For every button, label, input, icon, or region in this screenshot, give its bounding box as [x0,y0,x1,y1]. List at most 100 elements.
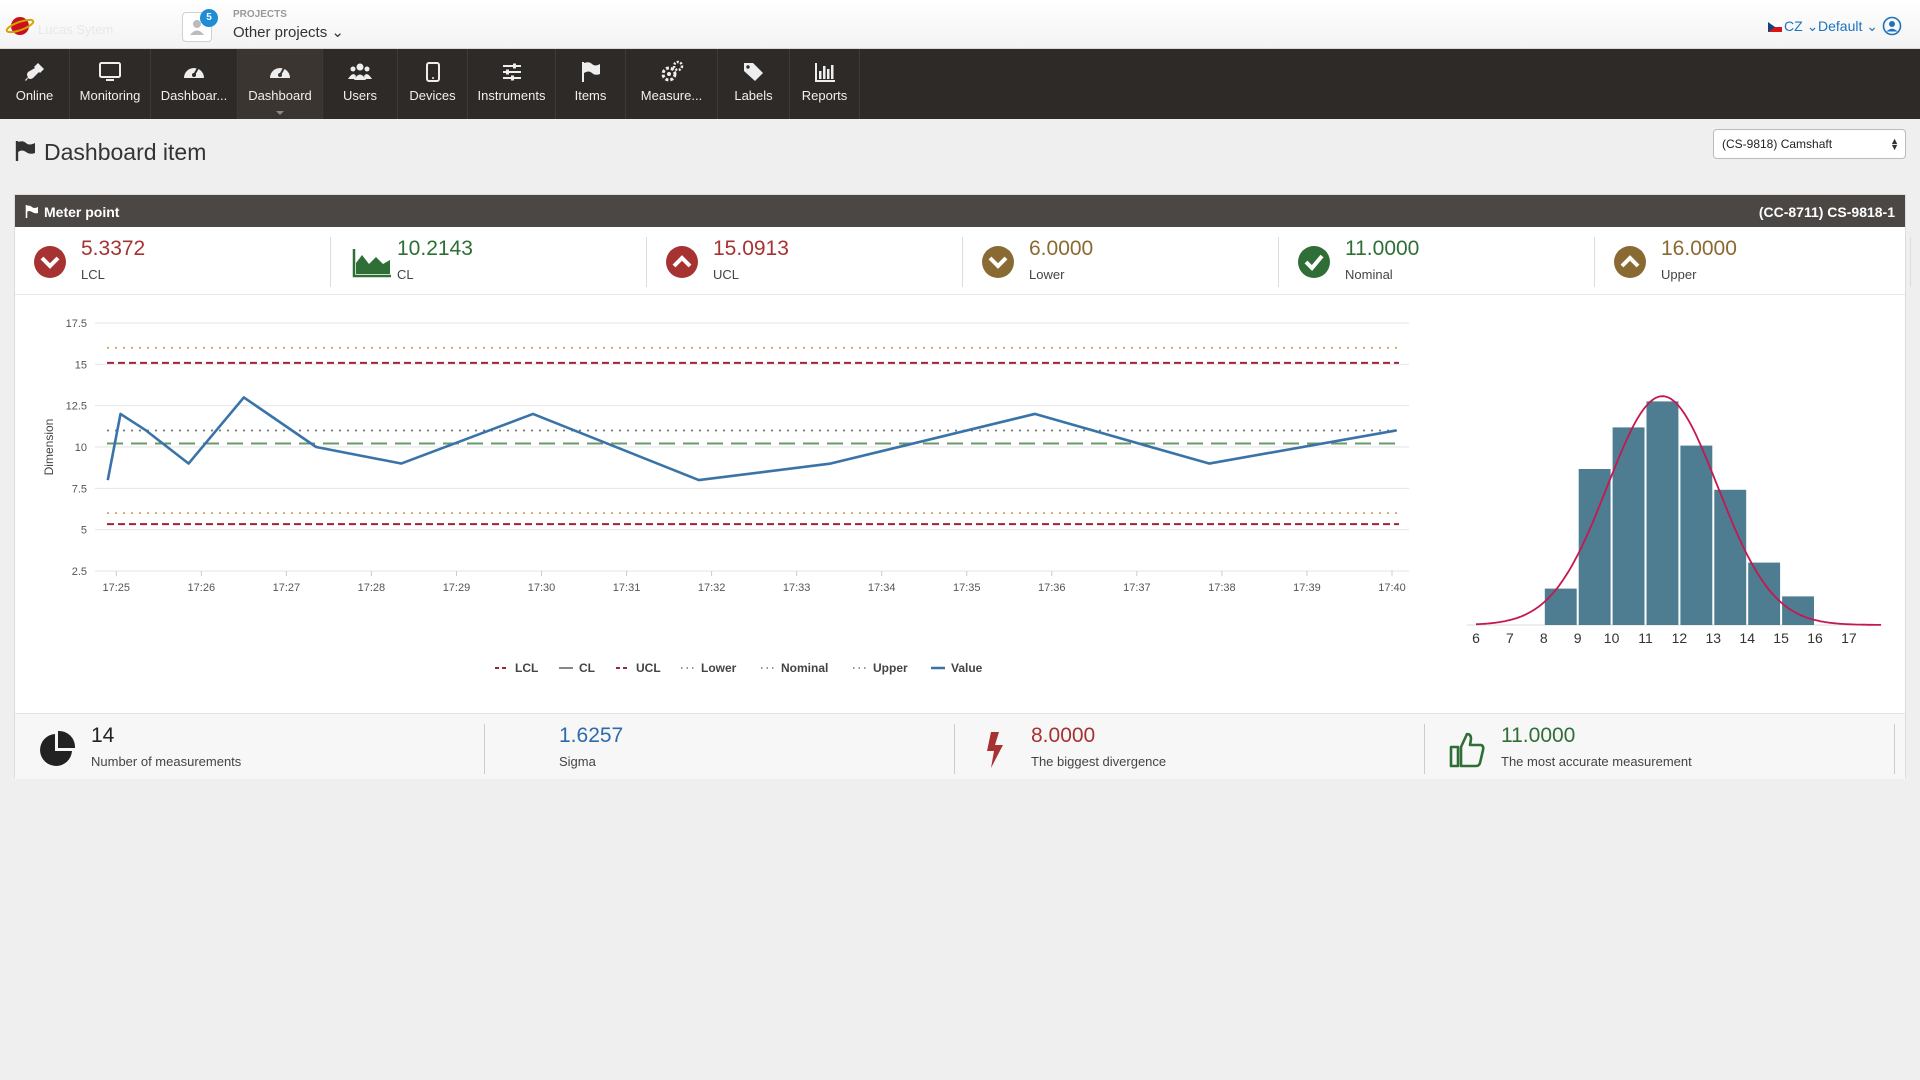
nav-instruments[interactable]: Instruments [468,49,556,119]
x-tick-label: 17:33 [783,582,811,594]
histogram-x-label: 13 [1706,630,1722,646]
plug-icon [24,63,44,81]
y-axis-label: Dimension [42,419,56,476]
x-tick-label: 17:32 [698,582,726,594]
stat-value: 10.2143 [397,237,473,260]
nav-online[interactable]: Online [0,49,70,119]
y-tick-label: 17.5 [66,318,87,330]
stat-value: 5.3372 [81,237,146,260]
x-tick-label: 17:26 [188,582,216,594]
histogram-x-label: 17 [1841,630,1857,646]
x-tick-label: 17:25 [102,582,130,594]
monitor-icon [99,62,121,81]
tablet-icon [425,62,440,82]
panel-id: (CC-8711) CS-9818-1 [1758,204,1895,220]
summary-value: 11.0000 [1501,724,1576,747]
stat-ucl: 15.0913 UCL [647,237,963,287]
nav-labels[interactable]: Labels [718,49,790,119]
user-circle-icon[interactable] [1882,16,1902,36]
chevron-up-circle-icon [1614,246,1646,278]
histogram-bar [1544,588,1577,625]
x-tick-label: 17:34 [868,582,896,594]
profile-dropdown[interactable]: Default ⌄ [1818,18,1878,35]
histogram-chart: 6 7 8 9 10 11 12 13 14 15 16 17 [1467,395,1882,646]
nav-devices[interactable]: Devices [398,49,468,119]
flag-icon [581,62,600,82]
language-dropdown[interactable]: CZ ⌄ [1768,18,1818,35]
stat-lower: 6.0000 Lower [963,237,1279,287]
chevron-up-circle-icon [666,246,698,278]
legend-label: LCL [515,661,538,675]
thumbs-up-icon [1449,732,1485,768]
x-tick-label: 17:40 [1378,582,1406,594]
legend-item-lcl: LCL [495,661,538,675]
histogram-bar [1714,489,1747,625]
chevron-down-icon: ⌄ [1866,18,1878,34]
histogram-x-label: 9 [1574,630,1582,646]
active-caret-icon [276,111,284,115]
nav-reports[interactable]: Reports [790,49,860,119]
legend-item-upper: Upper [853,661,908,675]
users-icon [348,63,372,80]
control-chart: 2.5 5 7.5 10 12.5 15 17.5 17:25 17:26 17:27 17:28 1… [42,318,1409,675]
stat-value: 11.0000 [1345,237,1420,260]
legend-label: CL [579,661,595,675]
projects-dropdown[interactable]: Other projects ⌄ [233,23,344,41]
stat-caption: CL [397,267,414,282]
main-nav: Online Monitoring Dashboar... Dashboard … [0,49,1920,119]
top-bar: Lucas Sytem 5 PROJECTS Other projects ⌄ … [0,0,1920,49]
gears-icon [661,60,683,82]
x-tick-label: 17:27 [273,582,301,594]
chevron-down-icon: ⌄ [1806,18,1819,34]
nav-measurements[interactable]: Measure... [626,49,718,119]
y-tick-label: 7.5 [72,483,87,495]
legend-item-nominal: Nominal [761,661,828,675]
histogram-x-label: 15 [1773,630,1789,646]
legend-label: Nominal [781,661,828,675]
x-tick-label: 17:35 [953,582,981,594]
chart-area: 2.5 5 7.5 10 12.5 15 17.5 17:25 17:26 17:27 17:28 1… [15,295,1905,707]
logo-text: Lucas Sytem [38,22,114,37]
y-tick-label: 12.5 [66,401,87,413]
page-title: Dashboard item [14,139,206,166]
x-tick-label: 17:38 [1208,582,1236,594]
nav-dashboard[interactable]: Dashboard [238,49,323,119]
projects-label: PROJECTS [233,9,287,20]
item-select[interactable]: (CS-9818) Camshaft ▲ ▼ [1713,129,1906,159]
summary-value: 1.6257 [559,724,624,747]
stat-nominal: 11.0000 Nominal [1279,237,1595,287]
panel-title: Meter point [44,204,120,220]
stat-caption: LCL [81,267,105,282]
nav-users[interactable]: Users [323,49,398,119]
check-circle-icon [1298,246,1330,278]
stat-caption: Upper [1661,267,1697,282]
stat-value: 15.0913 [713,237,789,260]
x-tick-label: 17:39 [1293,582,1321,594]
x-tick-label: 17:36 [1038,582,1066,594]
summary-row: 14 Number of measurements 1.6257 Sigma 8… [15,713,1905,779]
stat-caption: UCL [713,267,740,282]
panel-header: Meter point (CC-8711) CS-9818-1 [15,195,1905,227]
value-series-line [106,396,1397,482]
nav-dashboards[interactable]: Dashboar... [151,49,238,119]
limits-row: 5.3372 LCL 10.2143 CL 15.0913 UCL 6.0000… [15,227,1911,295]
stat-caption: Nominal [1345,267,1393,282]
area-chart-icon [352,249,391,278]
tags-icon [743,63,763,81]
sliders-icon [502,63,521,81]
legend-label: Lower [701,661,737,675]
summary-caption: Sigma [559,754,596,769]
chevron-down-circle-icon [982,246,1014,278]
summary-caption: The biggest divergence [1031,754,1167,769]
histogram-x-label: 6 [1472,630,1480,646]
x-tick-label: 17:28 [358,582,386,594]
nav-items[interactable]: Items [556,49,626,119]
summary-value: 14 [91,724,115,747]
histogram-bar [1612,427,1645,625]
gauge-icon [184,67,204,78]
histogram-bar [1748,562,1781,625]
nav-monitoring[interactable]: Monitoring [70,49,151,119]
gauge-icon [270,67,290,78]
legend-label: UCL [636,661,661,675]
histogram-bar [1680,445,1713,625]
